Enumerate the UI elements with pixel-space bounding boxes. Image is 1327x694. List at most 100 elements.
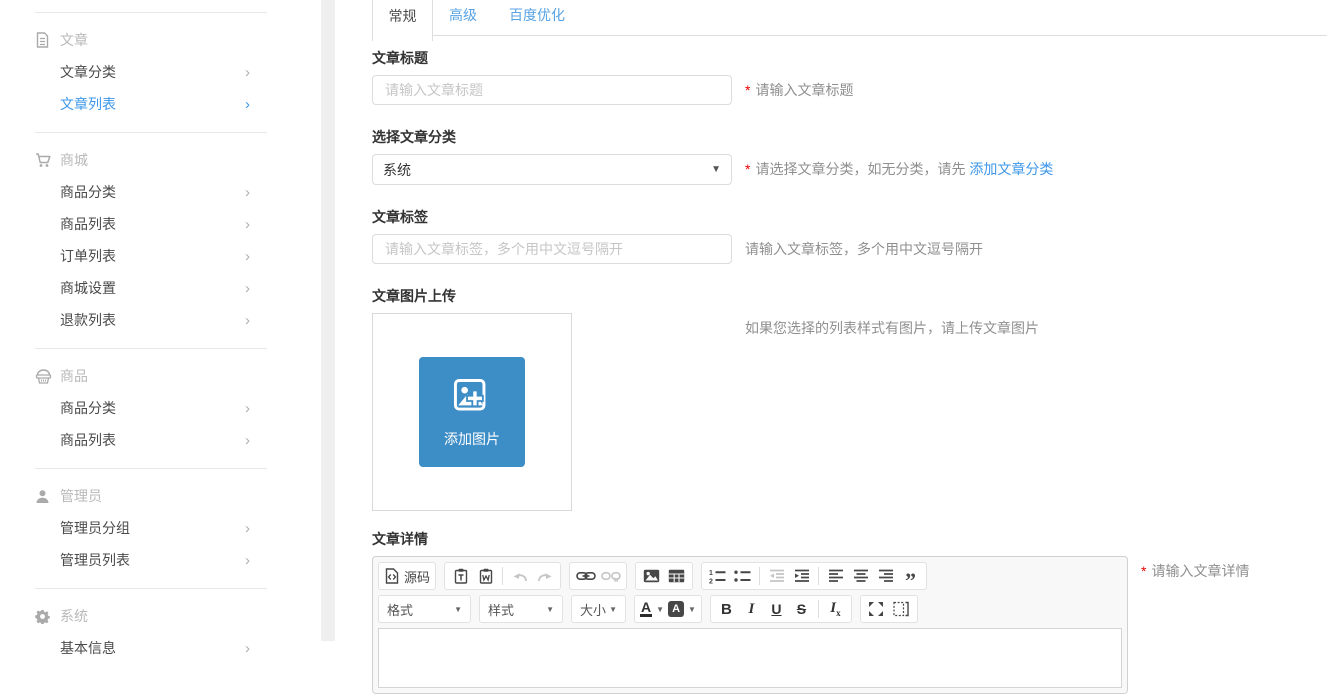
tab-advanced[interactable]: 高级 bbox=[433, 0, 493, 36]
blockquote-button[interactable]: ” bbox=[898, 564, 923, 588]
ordered-list-icon: 12 bbox=[709, 569, 726, 584]
bold-button[interactable]: B bbox=[714, 597, 739, 621]
article-title-label: 文章标题 bbox=[372, 48, 732, 68]
bulleted-list-icon bbox=[734, 569, 751, 584]
sidebar-group-article: 文章 文章分类 › 文章列表 › bbox=[35, 12, 267, 132]
article-tags-label: 文章标签 bbox=[372, 207, 732, 227]
remove-format-button[interactable]: Ix bbox=[823, 597, 848, 621]
category-select-value: 系统 bbox=[383, 160, 411, 180]
chevron-right-icon: › bbox=[245, 185, 250, 200]
paste-word-button[interactable] bbox=[473, 564, 498, 588]
row-article-image: 文章图片上传 添加图片 如果您选择的列表样式有图片，请上传文章图片 bbox=[372, 286, 1327, 511]
maximize-button[interactable] bbox=[864, 597, 889, 621]
article-title-input[interactable] bbox=[372, 75, 732, 105]
chevron-right-icon: › bbox=[245, 97, 250, 112]
add-category-link[interactable]: 添加文章分类 bbox=[969, 161, 1053, 177]
sidebar-item-refund-list[interactable]: 退款列表 › bbox=[35, 304, 267, 336]
chevron-right-icon: › bbox=[245, 641, 250, 656]
format-dropdown[interactable]: 格式 ▼ bbox=[378, 595, 471, 623]
bg-color-icon: A bbox=[668, 601, 684, 617]
main-panel: 常规 高级 百度优化 文章标题 *请输入文章标题 选择文章分类 系统 ▼ bbox=[336, 0, 1327, 641]
size-dropdown[interactable]: 大小 ▼ bbox=[571, 595, 626, 623]
sidebar-item-product-list[interactable]: 商品列表 › bbox=[35, 424, 267, 456]
sidebar-group-admin: 管理员 管理员分组 › 管理员列表 › bbox=[35, 468, 267, 588]
sidebar-item-article-list[interactable]: 文章列表 › bbox=[35, 88, 267, 120]
sidebar-group-label: 系统 bbox=[60, 606, 88, 626]
sidebar-item-admin-list[interactable]: 管理员列表 › bbox=[35, 544, 267, 576]
chevron-right-icon: › bbox=[245, 313, 250, 328]
strikethrough-button[interactable]: S bbox=[789, 597, 814, 621]
row-article-category: 选择文章分类 系统 ▼ *请选择文章分类，如无分类，请先 添加文章分类 bbox=[372, 127, 1327, 185]
article-detail-help: *请输入文章详情 bbox=[1141, 529, 1249, 694]
svg-text:2: 2 bbox=[709, 578, 713, 584]
article-detail-label: 文章详情 bbox=[372, 529, 1128, 549]
sidebar-item-basic-info[interactable]: 基本信息 › bbox=[35, 632, 267, 664]
align-left-button[interactable] bbox=[823, 564, 848, 588]
article-tags-input[interactable] bbox=[372, 234, 732, 264]
image-upload-box: 添加图片 bbox=[372, 313, 572, 511]
user-icon bbox=[35, 488, 52, 504]
sidebar-group-header-system: 系统 bbox=[35, 600, 267, 632]
outdent-icon bbox=[769, 569, 785, 583]
sidebar: 文章 文章分类 › 文章列表 › 商城 商品分类 › 商品列表 › 订单列表 › bbox=[0, 0, 321, 641]
sidebar-group-header-mall: 商城 bbox=[35, 144, 267, 176]
sidebar-item-admin-group[interactable]: 管理员分组 › bbox=[35, 512, 267, 544]
source-button[interactable]: 源码 bbox=[382, 564, 432, 588]
link-button[interactable] bbox=[573, 564, 598, 588]
sidebar-group-label: 文章 bbox=[60, 30, 88, 50]
align-left-icon bbox=[828, 569, 844, 583]
sidebar-item-goods-category[interactable]: 商品分类 › bbox=[35, 176, 267, 208]
sidebar-item-order-list[interactable]: 订单列表 › bbox=[35, 240, 267, 272]
undo-button[interactable] bbox=[507, 564, 532, 588]
required-asterisk: * bbox=[1141, 563, 1146, 579]
tab-baidu-seo[interactable]: 百度优化 bbox=[493, 0, 581, 36]
align-right-icon bbox=[878, 569, 894, 583]
unlink-icon bbox=[601, 570, 621, 582]
show-blocks-button[interactable] bbox=[889, 597, 914, 621]
article-image-label: 文章图片上传 bbox=[372, 286, 732, 306]
paste-text-button[interactable] bbox=[448, 564, 473, 588]
sidebar-group-label: 管理员 bbox=[60, 486, 102, 506]
add-image-button[interactable]: 添加图片 bbox=[419, 357, 525, 467]
image-plus-icon bbox=[449, 375, 495, 421]
paste-word-icon bbox=[478, 568, 494, 584]
rich-text-editor: 源码 bbox=[372, 556, 1128, 694]
sidebar-item-mall-settings[interactable]: 商城设置 › bbox=[35, 272, 267, 304]
tab-general[interactable]: 常规 bbox=[372, 0, 433, 41]
italic-button[interactable]: I bbox=[739, 597, 764, 621]
align-center-button[interactable] bbox=[848, 564, 873, 588]
redo-button[interactable] bbox=[532, 564, 557, 588]
category-select[interactable]: 系统 ▼ bbox=[372, 154, 732, 185]
chevron-right-icon: › bbox=[245, 401, 250, 416]
ordered-list-button[interactable]: 12 bbox=[705, 564, 730, 588]
sidebar-group-header-admin: 管理员 bbox=[35, 480, 267, 512]
paste-text-icon bbox=[453, 568, 469, 584]
insert-image-button[interactable] bbox=[639, 564, 664, 588]
editor-content[interactable] bbox=[378, 628, 1122, 688]
sidebar-scrollbar[interactable] bbox=[321, 0, 335, 641]
insert-table-button[interactable] bbox=[664, 564, 689, 588]
cart-icon bbox=[35, 152, 52, 168]
article-icon bbox=[35, 32, 52, 48]
form-content: 文章标题 *请输入文章标题 选择文章分类 系统 ▼ *请选择文章分类，如无分类，… bbox=[336, 36, 1327, 694]
article-image-help: 如果您选择的列表样式有图片，请上传文章图片 bbox=[745, 286, 1039, 511]
bulleted-list-button[interactable] bbox=[730, 564, 755, 588]
underline-button[interactable]: U bbox=[764, 597, 789, 621]
bg-color-button[interactable]: A ▼ bbox=[666, 597, 698, 621]
style-dropdown[interactable]: 样式 ▼ bbox=[479, 595, 563, 623]
text-color-button[interactable]: A ▼ bbox=[638, 597, 666, 621]
sidebar-group-label: 商品 bbox=[60, 366, 88, 386]
chevron-right-icon: › bbox=[245, 433, 250, 448]
blockquote-icon: ” bbox=[905, 567, 916, 585]
article-tags-help: 请输入文章标签，多个用中文逗号隔开 bbox=[745, 207, 983, 264]
sidebar-item-article-category[interactable]: 文章分类 › bbox=[35, 56, 267, 88]
outdent-button[interactable] bbox=[764, 564, 789, 588]
sidebar-group-mall: 商城 商品分类 › 商品列表 › 订单列表 › 商城设置 › 退款列表 › bbox=[35, 132, 267, 348]
article-category-help: *请选择文章分类，如无分类，请先 添加文章分类 bbox=[745, 127, 1053, 185]
sidebar-item-goods-list[interactable]: 商品列表 › bbox=[35, 208, 267, 240]
unlink-button[interactable] bbox=[598, 564, 623, 588]
sidebar-group-label: 商城 bbox=[60, 150, 88, 170]
sidebar-item-product-category[interactable]: 商品分类 › bbox=[35, 392, 267, 424]
indent-button[interactable] bbox=[789, 564, 814, 588]
align-right-button[interactable] bbox=[873, 564, 898, 588]
